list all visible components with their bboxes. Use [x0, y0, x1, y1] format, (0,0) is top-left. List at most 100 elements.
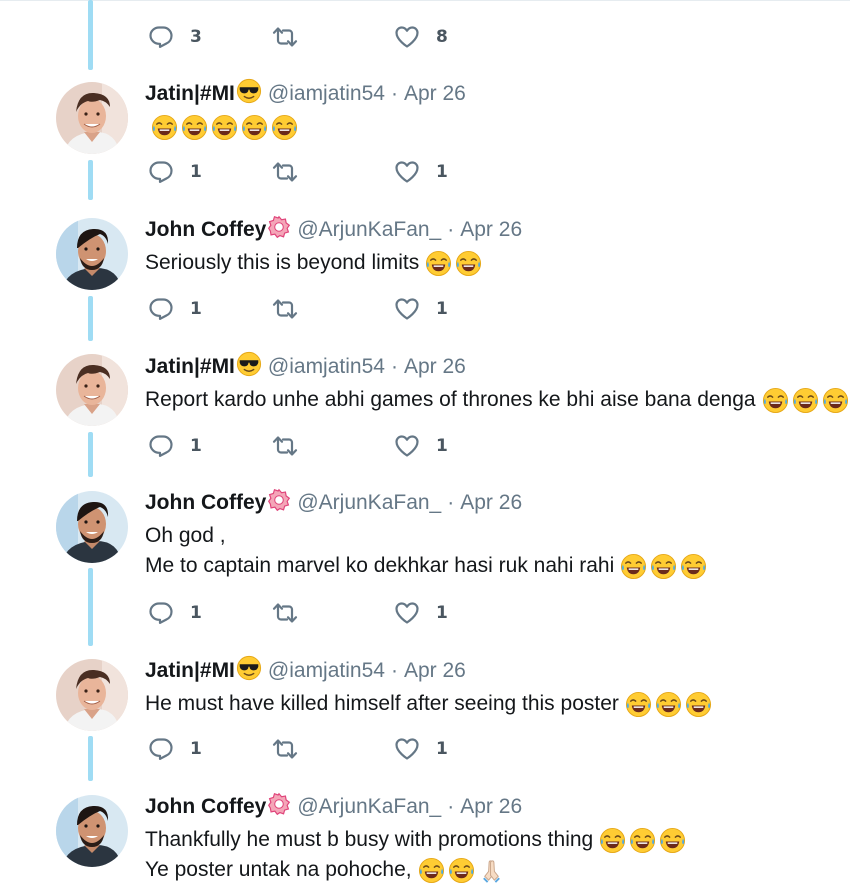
- like-button[interactable]: 1: [394, 158, 448, 186]
- display-name[interactable]: John Coffey: [145, 795, 266, 819]
- user-handle[interactable]: @ArjunKaFan_: [297, 491, 441, 515]
- heart-icon: [394, 159, 420, 185]
- laughing-emoji: [241, 114, 268, 141]
- user-handle[interactable]: @ArjunKaFan_: [297, 795, 441, 819]
- reply-button[interactable]: 1: [148, 295, 202, 323]
- tweet-date[interactable]: Apr 26: [460, 218, 522, 242]
- retweet-button[interactable]: [272, 432, 314, 460]
- avatar[interactable]: [56, 795, 128, 867]
- retweet-button[interactable]: [272, 735, 314, 763]
- tweet-text-line: He must have killed himself after seeing…: [145, 689, 715, 719]
- tweet-actions: 1 1: [148, 599, 468, 627]
- emoji-run: [762, 385, 850, 415]
- heart-icon: [394, 736, 420, 762]
- user-handle[interactable]: @iamjatin54: [268, 82, 385, 106]
- tweet-text-line: Oh god ,: [145, 521, 710, 551]
- emoji-run: [599, 825, 689, 855]
- separator-dot: ·: [390, 82, 398, 105]
- display-name[interactable]: Jatin|#MI: [145, 82, 235, 106]
- retweet-icon: [272, 159, 298, 185]
- tweet-body: Thankfully he must b busy with promotion…: [145, 825, 689, 885]
- user-handle[interactable]: @iamjatin54: [268, 355, 385, 379]
- retweet-button[interactable]: [272, 599, 314, 627]
- thread-line: [88, 160, 93, 200]
- avatar[interactable]: [56, 82, 128, 154]
- avatar[interactable]: [56, 218, 128, 290]
- like-count: 1: [436, 739, 448, 759]
- tweet-header: Jatin|#MI @iamjatin54 · Apr 26: [145, 351, 466, 383]
- heart-icon: [394, 296, 420, 322]
- user-handle[interactable]: @iamjatin54: [268, 659, 385, 683]
- thread-line: [88, 296, 93, 341]
- display-name[interactable]: John Coffey: [145, 218, 266, 242]
- like-button[interactable]: 1: [394, 735, 448, 763]
- like-button[interactable]: 1: [394, 599, 448, 627]
- like-count: 1: [436, 299, 448, 319]
- tweet-actions: 1 1: [148, 735, 468, 763]
- avatar[interactable]: [56, 491, 128, 563]
- tweet-text-line: [145, 112, 301, 142]
- laughing-emoji: [271, 114, 298, 141]
- laughing-emoji: [659, 827, 686, 854]
- tweet-date[interactable]: Apr 26: [404, 659, 466, 683]
- sunglasses-emoji: [236, 351, 262, 383]
- tweet-text-line: Report kardo unhe abhi games of thrones …: [145, 385, 850, 415]
- badge-emoji: [267, 488, 291, 518]
- like-button[interactable]: 8: [394, 23, 448, 51]
- like-count: 1: [436, 436, 448, 456]
- emoji-run: [620, 551, 710, 581]
- retweet-button[interactable]: [272, 23, 314, 51]
- reply-button[interactable]: 1: [148, 599, 202, 627]
- display-name[interactable]: Jatin|#MI: [145, 355, 235, 379]
- sunglasses-emoji: [236, 78, 262, 110]
- display-name[interactable]: Jatin|#MI: [145, 659, 235, 683]
- heart-icon: [394, 24, 420, 50]
- retweet-button[interactable]: [272, 158, 314, 186]
- laughing-emoji: [680, 553, 707, 580]
- tweet-header: Jatin|#MI @iamjatin54 · Apr 26: [145, 78, 466, 110]
- avatar[interactable]: [56, 354, 128, 426]
- laughing-emoji: [620, 553, 647, 580]
- retweet-button[interactable]: [272, 295, 314, 323]
- tweet-header: John Coffey @ArjunKaFan_ · Apr 26: [145, 488, 522, 518]
- like-count: 1: [436, 162, 448, 182]
- separator-dot: ·: [390, 355, 398, 378]
- user-handle[interactable]: @ArjunKaFan_: [297, 218, 441, 242]
- like-button[interactable]: 1: [394, 432, 448, 460]
- tweet-text: Oh god ,: [145, 524, 226, 547]
- reply-count: 1: [190, 436, 202, 456]
- display-name[interactable]: John Coffey: [145, 491, 266, 515]
- tweet-header: Jatin|#MI @iamjatin54 · Apr 26: [145, 655, 466, 687]
- tweet-text: He must have killed himself after seeing…: [145, 692, 619, 715]
- tweet-actions: 1 1: [148, 295, 468, 323]
- thread-line: [88, 568, 93, 646]
- tweet-text: Thankfully he must b busy with promotion…: [145, 828, 594, 851]
- laughing-emoji: [655, 691, 682, 718]
- like-count: 8: [436, 27, 448, 47]
- heart-icon: [394, 433, 420, 459]
- tweet-date[interactable]: Apr 26: [404, 355, 466, 379]
- tweet-actions: 3 8: [148, 23, 468, 51]
- retweet-icon: [272, 296, 298, 322]
- tweet-header: John Coffey @ArjunKaFan_ · Apr 26: [145, 792, 522, 821]
- reply-button[interactable]: 1: [148, 158, 202, 186]
- reply-button[interactable]: 1: [148, 432, 202, 460]
- tweet-body: Oh god , Me to captain marvel ko dekhkar …: [145, 521, 710, 581]
- sunglasses-emoji: [236, 655, 262, 687]
- emoji-run: [625, 689, 715, 719]
- laughing-emoji: [685, 691, 712, 718]
- avatar[interactable]: [56, 659, 128, 731]
- heart-icon: [394, 600, 420, 626]
- tweet-date[interactable]: Apr 26: [460, 491, 522, 515]
- tweet-header: John Coffey @ArjunKaFan_ · Apr 26: [145, 215, 522, 244]
- tweet-text-line: Ye poster untak na pohoche,: [145, 855, 689, 885]
- reply-button[interactable]: 3: [148, 23, 202, 51]
- reply-button[interactable]: 1: [148, 735, 202, 763]
- tweet-date[interactable]: Apr 26: [404, 82, 466, 106]
- retweet-icon: [272, 433, 298, 459]
- tweet-text-line: Thankfully he must b busy with promotion…: [145, 825, 689, 855]
- like-button[interactable]: 1: [394, 295, 448, 323]
- tweet-date[interactable]: Apr 26: [460, 795, 522, 819]
- reply-icon: [148, 24, 174, 50]
- tweet-body: Report kardo unhe abhi games of thrones …: [145, 385, 850, 415]
